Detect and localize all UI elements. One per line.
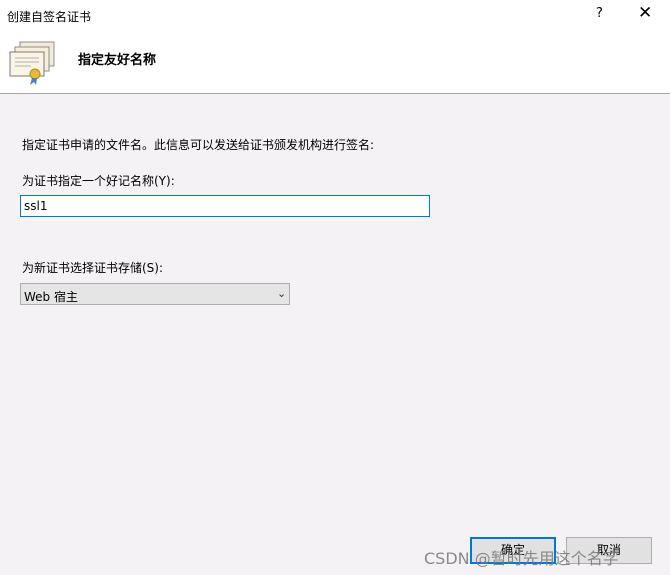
wizard-header: 指定友好名称 — [0, 30, 670, 94]
close-button[interactable]: ✕ — [638, 3, 652, 23]
cert-store-select[interactable]: Web 宿主 ⌄ — [20, 283, 290, 305]
certificate-icon — [9, 41, 55, 85]
cert-store-label: 为新证书选择证书存储(S): — [22, 261, 164, 275]
chevron-down-icon: ⌄ — [277, 287, 287, 300]
page-heading: 指定友好名称 — [78, 53, 157, 68]
description-text: 指定证书申请的文件名。此信息可以发送给证书颁发机构进行签名: — [22, 138, 375, 152]
cert-store-selected-value: Web 宿主 — [24, 290, 78, 304]
window-title: 创建自签名证书 — [7, 10, 92, 24]
help-button[interactable]: ? — [596, 6, 603, 21]
watermark-text: CSDN @暂时先用这个名字 — [424, 549, 619, 568]
friendly-name-input[interactable] — [20, 195, 430, 217]
title-bar: 创建自签名证书 ? ✕ — [0, 0, 670, 30]
friendly-name-label: 为证书指定一个好记名称(Y): — [22, 174, 175, 188]
